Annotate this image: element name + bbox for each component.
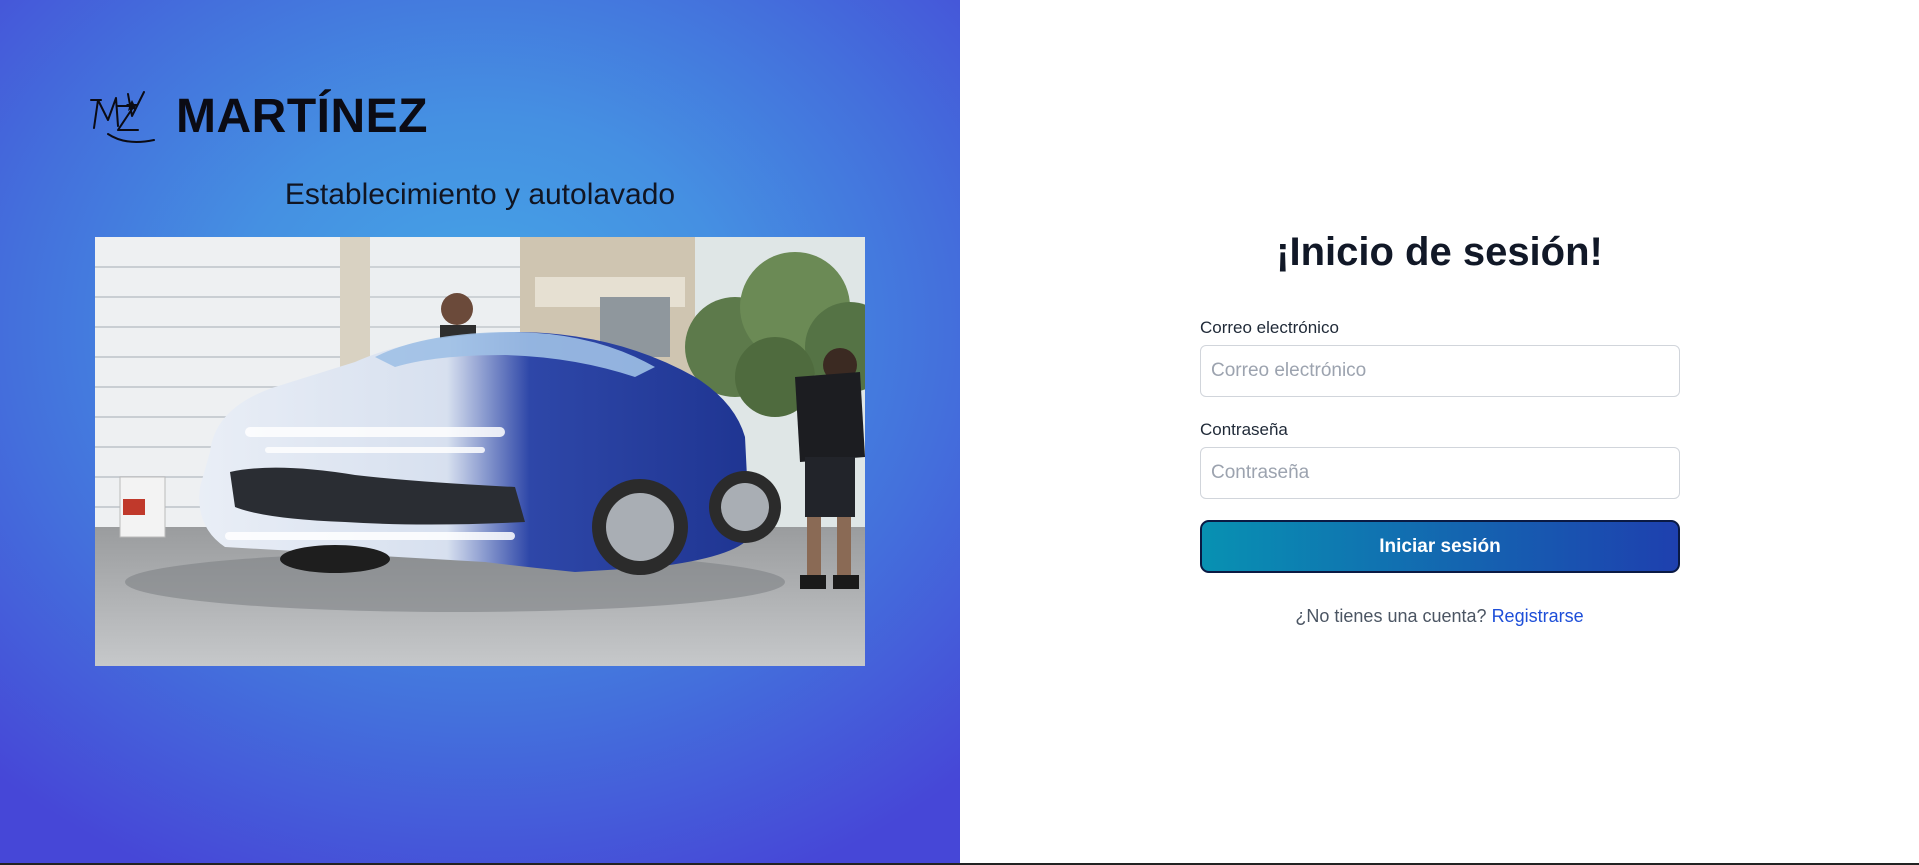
register-prompt-text: ¿No tienes una cuenta? (1295, 606, 1487, 626)
email-field[interactable] (1200, 345, 1680, 397)
brand-panel: MARTÍNEZ Establecimiento y autolavado (0, 0, 960, 863)
mz-monogram-logo (90, 91, 155, 143)
brand-header: MARTÍNEZ (88, 86, 428, 146)
login-button[interactable]: Iniciar sesión (1200, 520, 1680, 573)
password-field[interactable] (1200, 447, 1680, 499)
register-prompt-line: ¿No tienes una cuenta? Registrarse (960, 606, 1919, 627)
brand-name: MARTÍNEZ (176, 89, 428, 143)
register-link[interactable]: Registrarse (1492, 606, 1584, 626)
login-title: ¡Inicio de sesión! (1276, 230, 1603, 274)
brand-tagline: Establecimiento y autolavado (284, 178, 676, 211)
password-label: Contraseña (1200, 420, 1288, 439)
login-panel: ¡Inicio de sesión! Correo electrónico Co… (960, 0, 1919, 863)
hero-car-wash-image (95, 237, 865, 666)
login-page: MARTÍNEZ Establecimiento y autolavado ¡I… (0, 0, 1919, 865)
email-label: Correo electrónico (1200, 318, 1339, 337)
